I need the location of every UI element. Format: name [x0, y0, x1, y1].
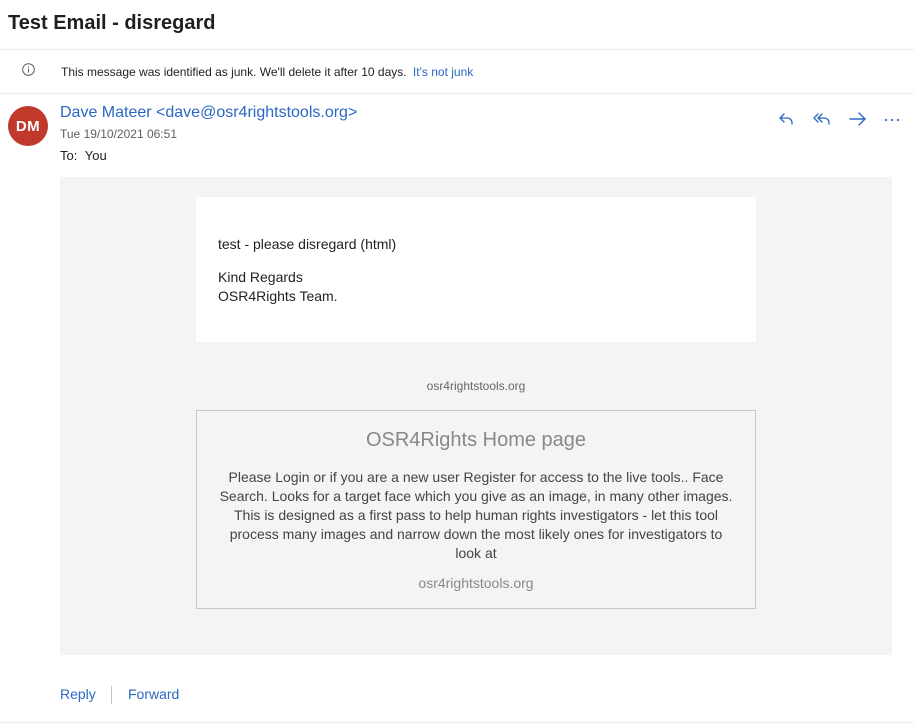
message-content-card: test - please disregard (html) Kind Rega… — [196, 197, 756, 342]
forward-button[interactable]: Forward — [128, 686, 179, 702]
more-actions-button[interactable] — [880, 108, 904, 130]
info-icon — [22, 63, 35, 76]
recipient-value[interactable]: You — [85, 148, 107, 163]
message-text: test - please disregard (html) — [218, 236, 397, 252]
more-actions-icon — [883, 111, 901, 127]
signature-greeting: Kind Regards — [218, 269, 303, 285]
junk-banner-text: This message was identified as junk. We'… — [61, 65, 473, 79]
junk-banner: This message was identified as junk. We'… — [0, 50, 914, 94]
link-preview-description: Please Login or if you are a new user Re… — [219, 469, 733, 561]
reply-all-icon — [812, 111, 832, 127]
reply-action-button[interactable] — [774, 108, 798, 130]
email-reading-pane: Test Email - disregard This message was … — [0, 0, 914, 727]
signature-team: OSR4Rights Team. — [218, 288, 338, 304]
not-junk-link[interactable]: It's not junk — [413, 65, 473, 79]
junk-message: This message was identified as junk. We'… — [61, 65, 407, 79]
link-preview-domain: osr4rightstools.org — [418, 575, 534, 591]
reply-all-action-button[interactable] — [810, 108, 834, 130]
forward-icon — [848, 111, 868, 127]
message-actions — [774, 108, 904, 130]
avatar[interactable]: DM — [8, 106, 48, 146]
reply-icon — [777, 111, 795, 127]
link-preview-card[interactable]: OSR4Rights Home page Please Login or if … — [196, 410, 756, 609]
email-subject: Test Email - disregard — [8, 12, 216, 34]
sent-date: Tue 19/10/2021 06:51 — [60, 127, 177, 141]
forward-action-button[interactable] — [846, 108, 870, 130]
recipient-line: To: You — [60, 148, 107, 163]
bottom-divider — [0, 722, 914, 723]
sender-name[interactable]: Dave Mateer <dave@osr4rightstools.org> — [60, 104, 357, 122]
to-label: To: — [60, 148, 78, 163]
message-body: test - please disregard (html) Kind Rega… — [60, 177, 892, 655]
body-domain-text: osr4rightstools.org — [426, 379, 526, 393]
subject-header: Test Email - disregard — [0, 0, 914, 50]
footer-divider — [111, 686, 112, 704]
link-preview-title[interactable]: OSR4Rights Home page — [197, 429, 755, 452]
reply-button[interactable]: Reply — [60, 686, 96, 702]
